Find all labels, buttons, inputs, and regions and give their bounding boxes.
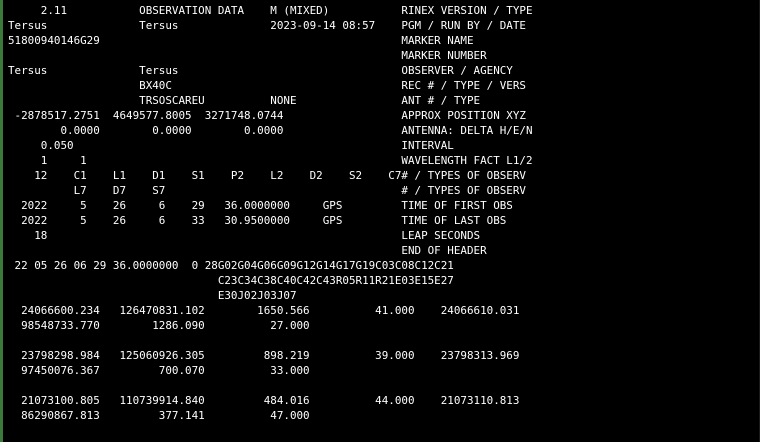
text-line: 2022 5 26 6 29 36.0000000 GPS TIME OF FI… — [8, 199, 513, 212]
text-line: 24066600.234 126470831.102 1650.566 41.0… — [8, 304, 520, 317]
text-line: 98548733.770 1286.090 27.000 — [8, 319, 310, 332]
text-line: C23C34C38C40C42C43R05R11R21E03E15E27 — [8, 274, 454, 287]
text-line: 23798298.984 125060926.305 898.219 39.00… — [8, 349, 520, 362]
text-line — [8, 378, 760, 393]
text-line: 0.050 INTERVAL — [8, 139, 454, 152]
text-line: 22 05 26 06 29 36.0000000 0 28G02G04G06G… — [8, 259, 454, 272]
text-line: TRSOSCAREU NONE ANT # / TYPE — [8, 94, 481, 107]
text-line: E30J02J03J07 — [8, 289, 297, 302]
text-line: -2878517.2751 4649577.8005 3271748.0744 … — [8, 109, 526, 122]
text-line: Tersus Tersus OBSERVER / AGENCY — [8, 64, 513, 77]
text-line: BX40C REC # / TYPE / VERS — [8, 79, 526, 92]
text-line: 2.11 OBSERVATION DATA M (MIXED) RINEX VE… — [8, 4, 533, 17]
text-line: 1 1 WAVELENGTH FACT L1/2 — [8, 154, 533, 167]
text-line: 51800940146G29 MARKER NAME — [8, 34, 474, 47]
text-line: MARKER NUMBER — [8, 49, 487, 62]
text-line — [8, 333, 760, 348]
rinex-file-content: 2.11 OBSERVATION DATA M (MIXED) RINEX VE… — [0, 0, 760, 423]
text-line: 97450076.367 700.070 33.000 — [8, 364, 310, 377]
terminal-window[interactable]: 2.11 OBSERVATION DATA M (MIXED) RINEX VE… — [0, 0, 760, 442]
text-line: 86290867.813 377.141 47.000 — [8, 409, 310, 422]
text-line: END OF HEADER — [8, 244, 487, 257]
text-line: 21073100.805 110739914.840 484.016 44.00… — [8, 394, 520, 407]
left-scroll-strip[interactable] — [0, 0, 3, 442]
text-line: 12 C1 L1 D1 S1 P2 L2 D2 S2 C7# / TYPES O… — [8, 169, 526, 182]
text-line: 0.0000 0.0000 0.0000 ANTENNA: DELTA H/E/… — [8, 124, 533, 137]
text-line: 18 LEAP SECONDS — [8, 229, 481, 242]
text-line: 2022 5 26 6 33 30.9500000 GPS TIME OF LA… — [8, 214, 507, 227]
text-line: L7 D7 S7 # / TYPES OF OBSERV — [8, 184, 526, 197]
text-line: Tersus Tersus 2023-09-14 08:57 PGM / RUN… — [8, 19, 526, 32]
